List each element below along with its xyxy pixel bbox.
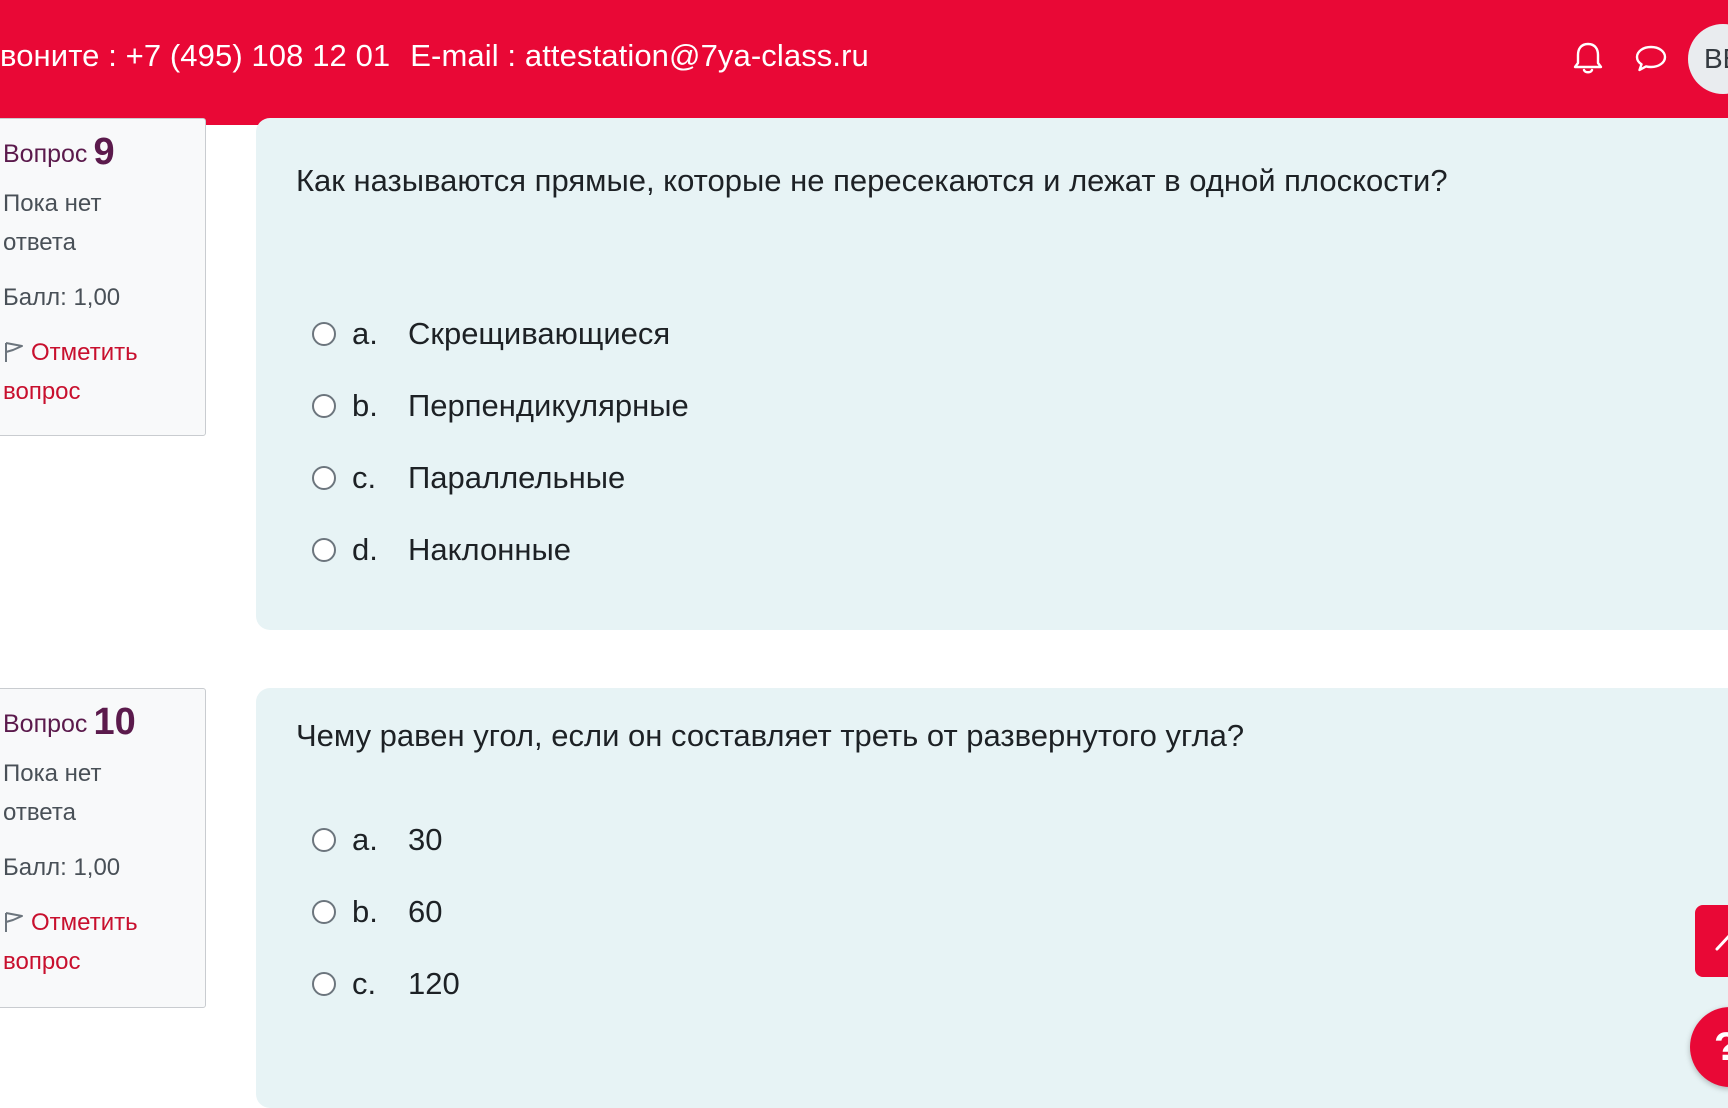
question-label: Вопрос: [3, 140, 88, 168]
answer-letter: b.: [352, 388, 378, 423]
answer-option[interactable]: a. 30: [312, 818, 442, 862]
question-grade: Балл: 1,00: [3, 854, 121, 881]
radio-button[interactable]: [312, 828, 336, 852]
answer-option[interactable]: a. Скрещивающиеся: [312, 312, 670, 356]
question-state: Пока нет ответа: [3, 760, 102, 826]
flag-icon: [5, 342, 23, 362]
answer-option[interactable]: b. Перпендикулярные: [312, 384, 689, 428]
top-navbar: воните : +7 (495) 108 12 01 E-mail : atte…: [0, 0, 1728, 125]
answer-option[interactable]: c. 120: [312, 962, 460, 1006]
radio-button[interactable]: [312, 394, 336, 418]
question-info-card: Вопрос 9 Пока нет ответа Балл: 1,00 Отмет…: [0, 118, 206, 436]
contact-info: воните : +7 (495) 108 12 01 E-mail : atte…: [0, 38, 869, 74]
flag-question-link[interactable]: Отметить вопрос: [3, 903, 205, 981]
question-number-heading: Вопрос 9: [3, 131, 205, 174]
radio-button[interactable]: [312, 466, 336, 490]
answer-letter: a.: [352, 822, 378, 857]
answer-letter: a.: [352, 316, 378, 351]
radio-button[interactable]: [312, 900, 336, 924]
answer-text: 120: [408, 966, 460, 1001]
answer-text: 30: [408, 822, 443, 857]
chevron-up-icon: [1715, 934, 1728, 951]
answer-option[interactable]: d. Наклонные: [312, 528, 571, 572]
flag-icon: [5, 912, 23, 932]
radio-button[interactable]: [312, 322, 336, 346]
radio-button[interactable]: [312, 538, 336, 562]
answer-text: Перпендикулярные: [408, 388, 689, 423]
answer-option[interactable]: b. 60: [312, 890, 442, 934]
back-to-top-button[interactable]: [1695, 905, 1728, 977]
question-content: Как называются прямые, которые не пересе…: [256, 118, 1728, 630]
question-info-card: Вопрос 10 Пока нет ответа Балл: 1,00 Отме…: [0, 688, 206, 1008]
answer-text: 60: [408, 894, 443, 929]
question-content: Чему равен угол, если он составляет трет…: [256, 688, 1728, 1108]
question-state: Пока нет ответа: [3, 190, 102, 256]
phone-text: воните : +7 (495) 108 12 01: [0, 38, 391, 73]
answer-letter: c.: [352, 460, 377, 495]
answer-text: Параллельные: [408, 460, 626, 495]
flag-question-link[interactable]: Отметить вопрос: [3, 333, 205, 411]
answer-letter: b.: [352, 894, 378, 929]
question-text: Как называются прямые, которые не пересе…: [296, 163, 1448, 198]
user-avatar[interactable]: ВЕ: [1688, 24, 1728, 94]
answer-option[interactable]: c. Параллельные: [312, 456, 625, 500]
chat-bubble-icon[interactable]: [1631, 38, 1671, 78]
question-number-heading: Вопрос 10: [3, 701, 205, 744]
question-number: 9: [93, 131, 115, 173]
question-grade: Балл: 1,00: [3, 284, 121, 311]
question-number: 10: [93, 701, 136, 743]
bell-icon[interactable]: [1568, 38, 1608, 78]
radio-button[interactable]: [312, 972, 336, 996]
answer-letter: c.: [352, 966, 377, 1001]
answer-text: Скрещивающиеся: [408, 316, 671, 351]
email-text: E-mail : attestation@7ya-class.ru: [410, 38, 869, 73]
question-label: Вопрос: [3, 710, 88, 738]
question-text: Чему равен угол, если он составляет трет…: [296, 718, 1245, 753]
answer-text: Наклонные: [408, 532, 571, 567]
answer-letter: d.: [352, 532, 378, 567]
